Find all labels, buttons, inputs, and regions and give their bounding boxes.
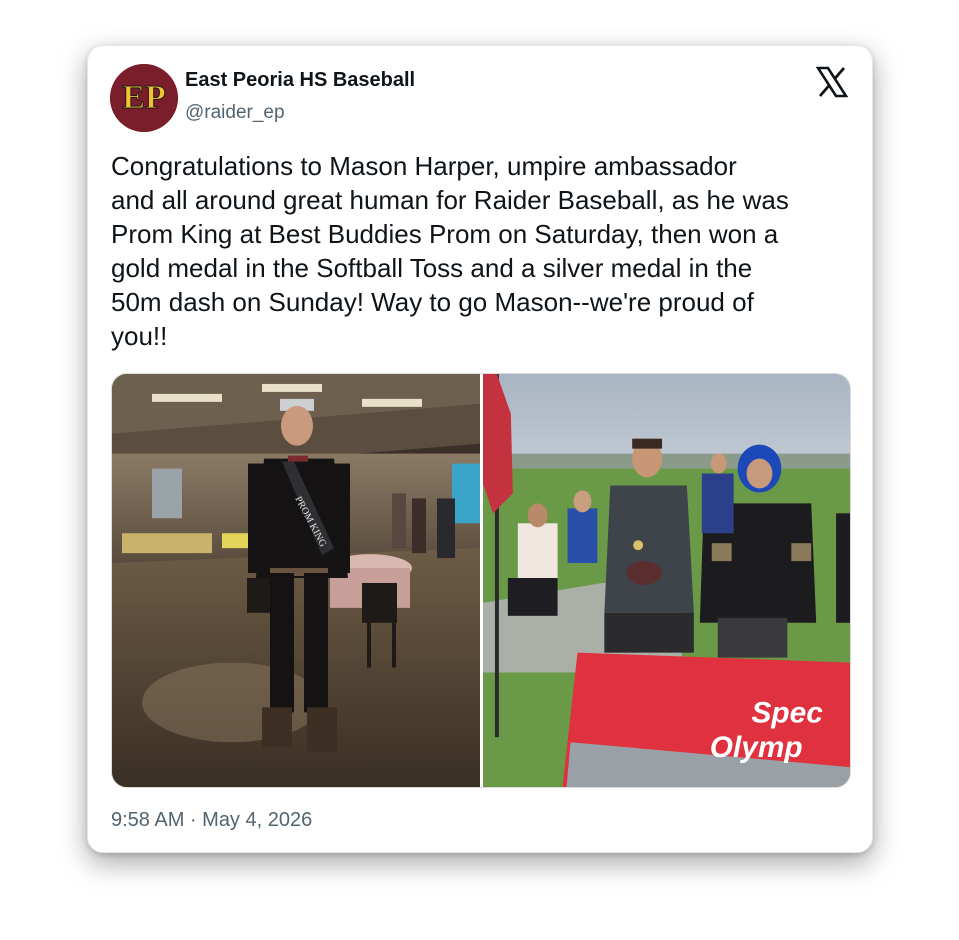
photo-special-olympics[interactable]: Spec Olymp	[483, 374, 850, 787]
tweet-text: Congratulations to Mason Harper, umpire …	[111, 151, 789, 351]
photo-prom-king[interactable]: PROM KING	[112, 374, 480, 787]
banner-text-line2: Olymp	[710, 731, 803, 764]
avatar-logo-icon: EP	[110, 64, 178, 132]
tweet-timestamp[interactable]: 9:58 AM · May 4, 2026	[111, 809, 312, 832]
author-handle[interactable]: @raider_ep	[185, 102, 285, 124]
author-display-name[interactable]: East Peoria HS Baseball	[185, 69, 415, 92]
tweet-card[interactable]: EP East Peoria HS Baseball @raider_ep Co…	[87, 45, 873, 853]
avatar[interactable]: EP	[110, 64, 178, 132]
banner-text-line1: Spec	[752, 696, 824, 729]
avatar-initials: EP	[122, 79, 165, 116]
x-logo-icon[interactable]	[815, 66, 849, 98]
media-grid: PROM KING Spec Olymp	[111, 373, 851, 788]
